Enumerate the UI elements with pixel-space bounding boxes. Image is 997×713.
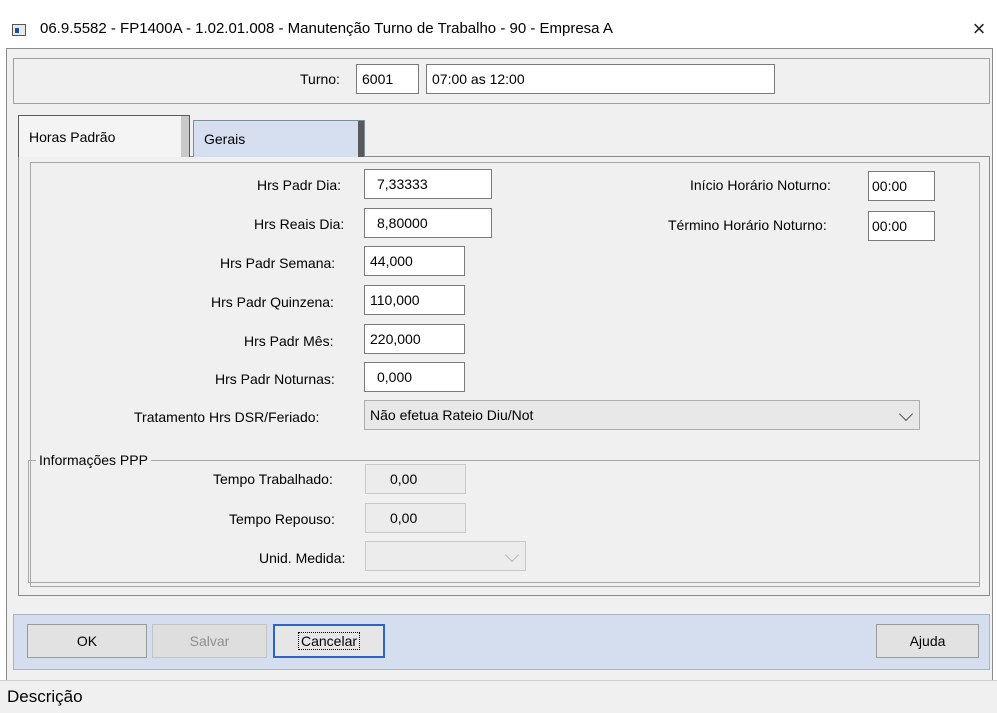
hrs-padr-noturnas-input[interactable]: 0,000 [364,362,465,392]
hrs-padr-dia-input[interactable]: 7,33333 [364,169,492,199]
unid-medida-label: Unid. Medida: [259,550,346,566]
tempo-repouso-input[interactable]: 0,00 [365,503,466,533]
tratamento-dsr-select[interactable]: Não efetua Rateio Diu/Not [364,400,920,430]
tempo-repouso-label: Tempo Repouso: [229,511,335,527]
ajuda-button[interactable]: Ajuda [876,624,979,658]
unid-medida-select[interactable] [365,541,526,571]
hrs-padr-noturnas-label: Hrs Padr Noturnas: [215,371,335,387]
status-description: Descrição [7,687,83,706]
hrs-padr-dia-label: Hrs Padr Dia: [257,177,342,193]
tempo-trabalhado-label: Tempo Trabalhado: [213,471,333,487]
salvar-button[interactable]: Salvar [152,624,267,658]
app-icon [12,24,26,36]
tratamento-dsr-value: Não efetua Rateio Diu/Not [370,407,534,423]
inicio-noturno-input[interactable]: 00:00 [868,171,935,201]
hrs-reais-dia-label: Hrs Reais Dia: [254,216,345,232]
turno-description-input[interactable]: 07:00 as 12:00 [426,64,775,94]
hrs-padr-semana-input[interactable]: 44,000 [364,246,465,276]
turno-label: Turno: [300,71,340,87]
cancelar-button-label: Cancelar [297,632,361,650]
window-title: 06.9.5582 - FP1400A - 1.02.01.008 - Manu… [40,20,613,37]
hrs-padr-mes-input[interactable]: 220,000 [364,324,465,354]
ok-button[interactable]: OK [27,624,147,658]
status-bar [0,680,997,713]
inicio-noturno-label: Início Horário Noturno: [690,177,831,193]
termino-noturno-input[interactable]: 00:00 [868,211,935,241]
hrs-reais-dia-input[interactable]: 8,80000 [364,208,492,238]
hrs-padr-semana-label: Hrs Padr Semana: [220,255,336,271]
hrs-padr-quinzena-input[interactable]: 110,000 [364,285,465,315]
ppp-legend: Informações PPP [36,452,151,468]
chevron-down-icon [898,406,914,422]
tempo-trabalhado-input[interactable]: 0,00 [365,464,466,494]
turno-code-input[interactable]: 6001 [356,64,419,94]
tab-gerais[interactable]: Gerais [193,120,365,157]
hrs-padr-quinzena-label: Hrs Padr Quinzena: [211,294,334,310]
termino-noturno-label: Término Horário Noturno: [668,217,827,233]
tab-horas-padrao[interactable]: Horas Padrão [18,115,190,157]
cancelar-button[interactable]: Cancelar [273,624,385,658]
tratamento-dsr-label: Tratamento Hrs DSR/Feriado: [134,409,320,425]
chevron-down-icon [504,547,520,563]
close-button[interactable]: × [964,14,994,44]
hrs-padr-mes-label: Hrs Padr Mês: [244,333,334,349]
